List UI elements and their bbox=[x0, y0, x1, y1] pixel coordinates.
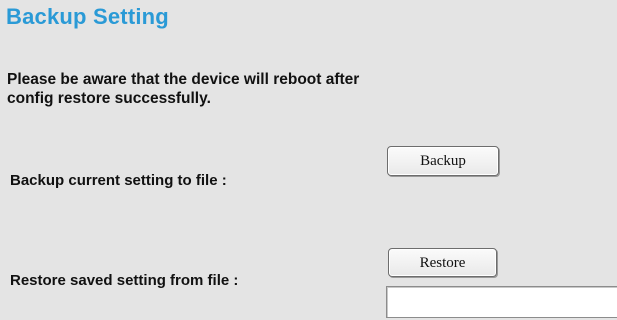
page-title: Backup Setting bbox=[6, 4, 169, 29]
restore-file-input[interactable] bbox=[386, 286, 617, 318]
reboot-warning-line-2: config restore successfully. bbox=[7, 90, 211, 107]
backup-button[interactable]: Backup bbox=[387, 146, 499, 176]
backup-label: Backup current setting to file : bbox=[10, 172, 227, 189]
reboot-warning-line-1: Please be aware that the device will reb… bbox=[7, 71, 360, 88]
reboot-warning: Please be aware that the device will reb… bbox=[7, 70, 547, 108]
restore-label: Restore saved setting from file : bbox=[10, 272, 239, 289]
restore-button[interactable]: Restore bbox=[388, 248, 497, 277]
backup-setting-panel: Backup Setting Please be aware that the … bbox=[0, 0, 617, 320]
